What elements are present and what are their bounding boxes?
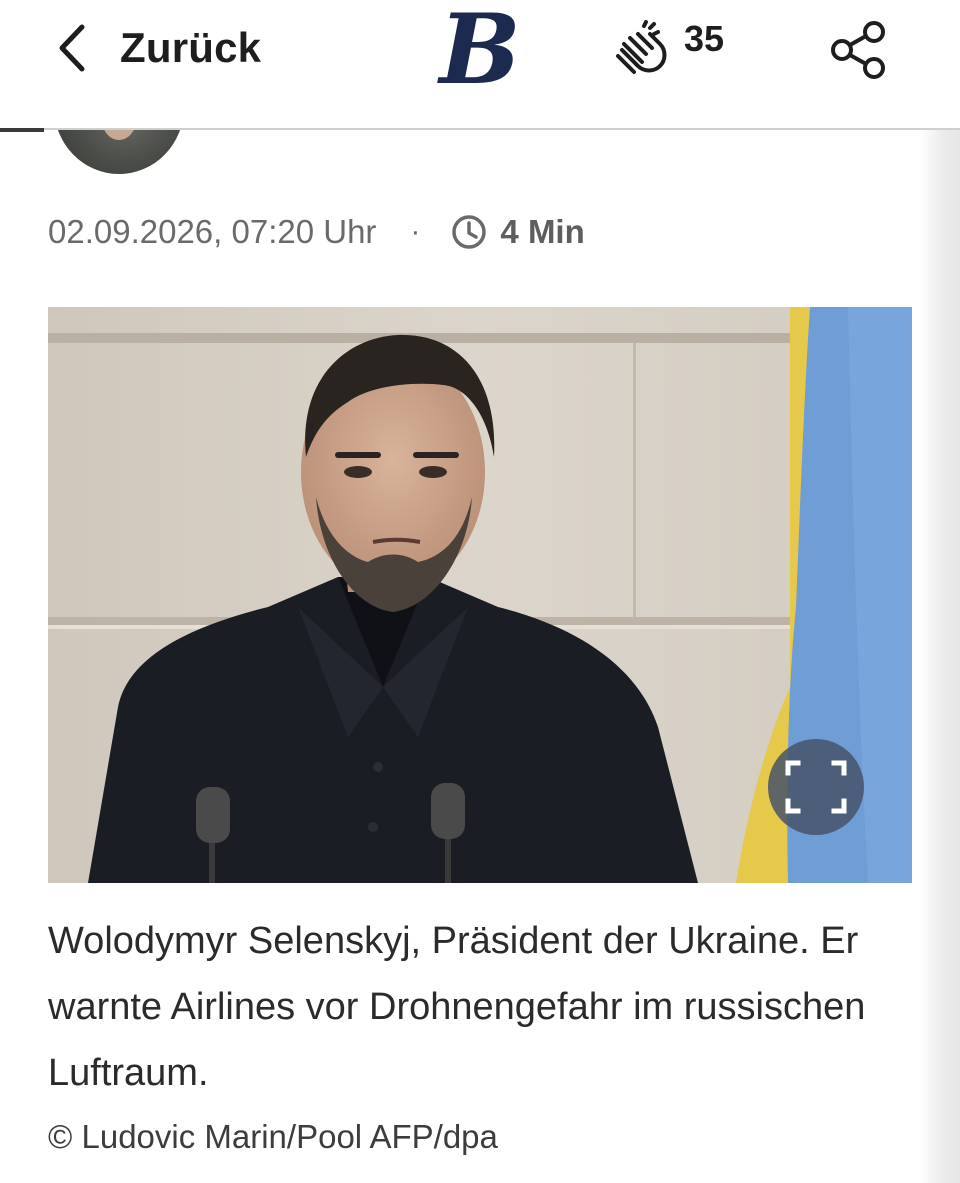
meta-separator: ·: [410, 215, 421, 248]
share-button[interactable]: [826, 18, 890, 82]
clock-icon: [452, 215, 487, 249]
clapping-hands-icon: [616, 20, 667, 74]
logo-letter: B: [439, 0, 521, 106]
publish-date: 02.09.2026, 07:20 Uhr: [48, 213, 377, 250]
applause-button[interactable]: 35: [608, 16, 748, 86]
newspaper-logo[interactable]: B: [432, 0, 528, 100]
read-time-label: 4 Min: [500, 213, 585, 250]
top-app-bar: Zurück B 35: [0, 0, 960, 130]
chevron-left-icon: [59, 24, 85, 72]
applause-count: 35: [684, 18, 725, 59]
article-meta: 02.09.2026, 07:20 Uhr · 4 Min: [48, 206, 585, 258]
photo-caption: Wolodymyr Selenskyj, Präsident der Ukrai…: [48, 920, 866, 1094]
fullscreen-icon: [785, 760, 847, 814]
article-photo[interactable]: [48, 307, 912, 883]
back-label: Zurück: [120, 24, 262, 71]
screen-edge-shade: [920, 0, 960, 1183]
share-icon: [831, 21, 885, 79]
photo-credit: © Ludovic Marin/Pool AFP/dpa: [48, 1118, 498, 1155]
read-time: 4 Min: [450, 213, 585, 251]
back-button[interactable]: Zurück: [56, 18, 261, 78]
section-divider: [0, 128, 44, 132]
fullscreen-button[interactable]: [768, 739, 864, 835]
